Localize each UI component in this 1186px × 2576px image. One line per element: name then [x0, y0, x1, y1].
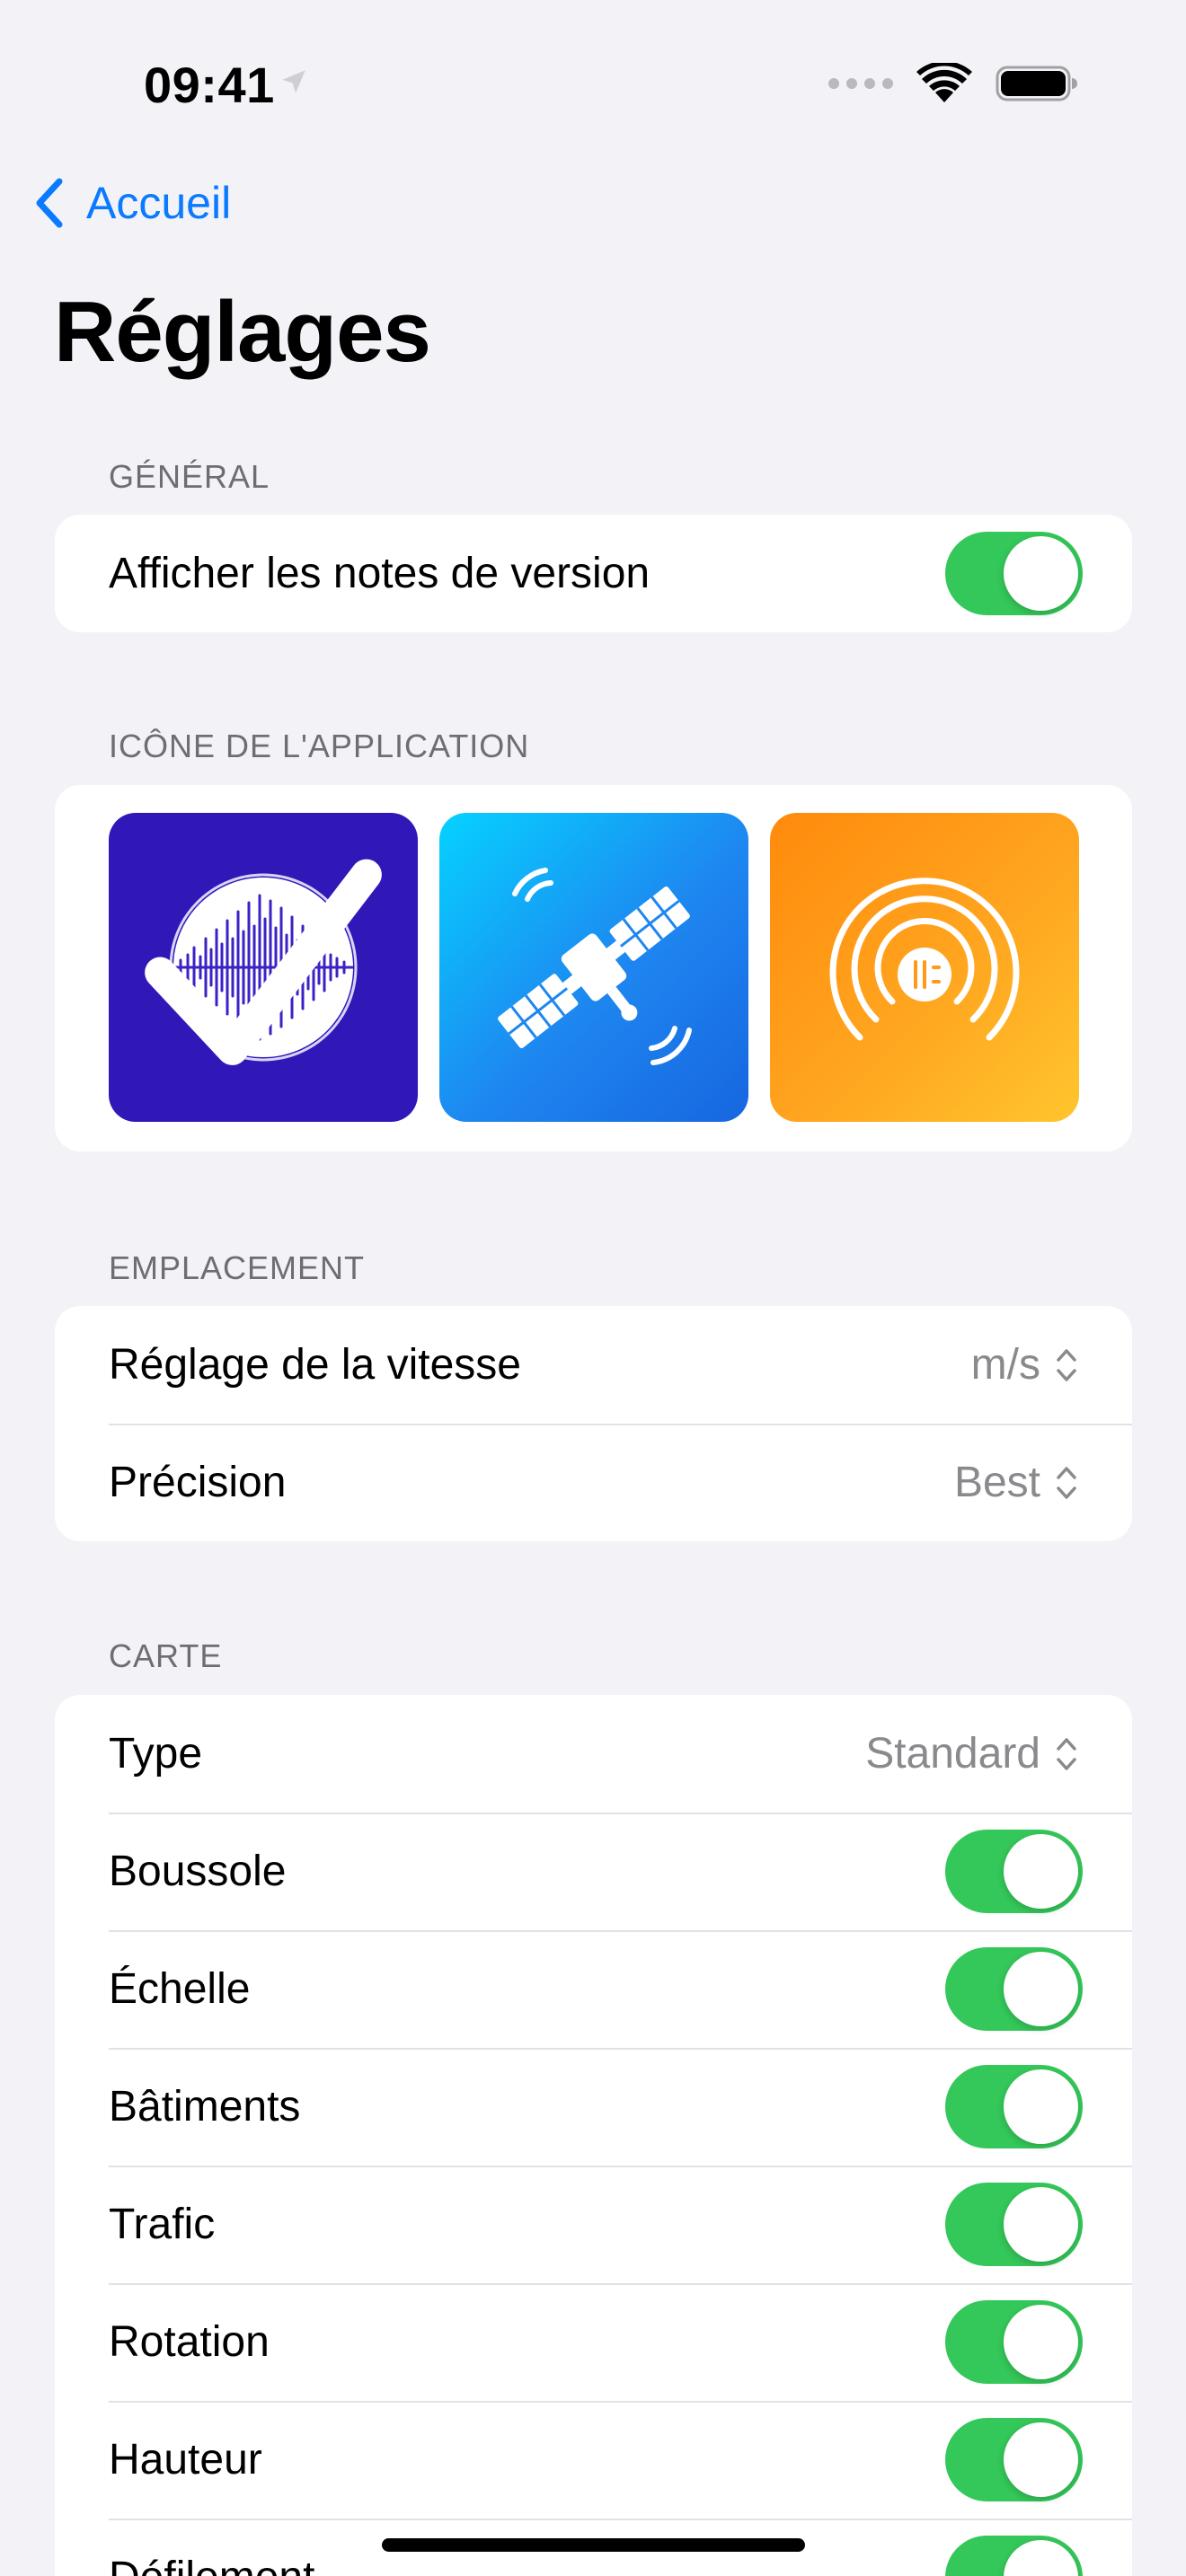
- wifi-icon: [916, 63, 972, 102]
- accuracy-label: Précision: [109, 1459, 287, 1506]
- home-indicator[interactable]: [382, 2538, 805, 2552]
- accuracy-picker[interactable]: Best: [954, 1458, 1078, 1507]
- accuracy-value: Best: [953, 1459, 1040, 1506]
- pitch-row: Hauteur: [55, 2401, 1132, 2519]
- scroll-toggle[interactable]: [945, 2536, 1083, 2576]
- satellite-icon: [498, 868, 692, 1065]
- speed-unit-row[interactable]: Réglage de la vitesse m/s: [55, 1306, 1132, 1424]
- chevron-up-down-icon: [1057, 1737, 1076, 1770]
- back-button[interactable]: Accueil: [32, 176, 231, 230]
- cellular-signal-icon: [828, 78, 893, 89]
- app-icon-option-satellite[interactable]: [439, 813, 748, 1122]
- compass-label: Boussole: [109, 1848, 287, 1895]
- page-title: Réglages: [54, 284, 431, 380]
- traffic-label: Trafic: [109, 2201, 216, 2248]
- app-icon-option-waveform[interactable]: [109, 813, 418, 1122]
- section-header-app-icon: ICÔNE DE L'APPLICATION: [109, 728, 530, 764]
- app-icon-card: [55, 785, 1132, 1151]
- rotation-label: Rotation: [109, 2318, 270, 2366]
- scale-row: Échelle: [55, 1930, 1132, 2048]
- scale-toggle[interactable]: [945, 1947, 1083, 2031]
- speed-unit-value: m/s: [970, 1341, 1040, 1389]
- map-type-row[interactable]: Type Standard: [55, 1695, 1132, 1813]
- section-header-map: CARTE: [109, 1637, 223, 1674]
- general-card: Afficher les notes de version: [55, 515, 1132, 632]
- buildings-toggle[interactable]: [945, 2065, 1083, 2148]
- speed-unit-label: Réglage de la vitesse: [109, 1341, 521, 1389]
- section-header-general: GÉNÉRAL: [109, 458, 270, 495]
- broadcast-chip-icon: [829, 878, 1020, 1041]
- traffic-toggle[interactable]: [945, 2183, 1083, 2266]
- speed-unit-picker[interactable]: m/s: [971, 1340, 1078, 1389]
- settings-screen: 09:41 Accueil Réglages GÉNÉRAL Afficher …: [0, 0, 1186, 2576]
- compass-toggle[interactable]: [945, 1830, 1083, 1913]
- release-notes-toggle[interactable]: [945, 532, 1083, 615]
- buildings-label: Bâtiments: [109, 2083, 301, 2130]
- scroll-label: Défilement: [109, 2553, 314, 2576]
- map-type-label: Type: [109, 1730, 203, 1778]
- checkmark-icon: [145, 859, 382, 1065]
- accuracy-row[interactable]: Précision Best: [55, 1424, 1132, 1541]
- map-type-picker[interactable]: Standard: [865, 1729, 1078, 1778]
- release-notes-row: Afficher les notes de version: [55, 515, 1132, 632]
- status-indicators: [828, 63, 1078, 104]
- status-time: 09:41: [144, 57, 275, 113]
- map-card: Type Standard Boussole Échelle Bâtiments…: [55, 1695, 1132, 2576]
- chevron-up-down-icon: [1057, 1466, 1076, 1499]
- app-icon-option-broadcast[interactable]: [770, 813, 1079, 1122]
- chevron-up-down-icon: [1057, 1348, 1076, 1381]
- rotation-toggle[interactable]: [945, 2300, 1083, 2384]
- back-label: Accueil: [86, 178, 232, 228]
- location-card: Réglage de la vitesse m/s Précision Best: [55, 1306, 1132, 1541]
- traffic-row: Trafic: [55, 2166, 1132, 2283]
- battery-icon: [996, 66, 1077, 101]
- map-type-value: Standard: [865, 1730, 1040, 1778]
- compass-row: Boussole: [55, 1813, 1132, 1930]
- rotation-row: Rotation: [55, 2283, 1132, 2401]
- location-arrow-icon: [282, 70, 305, 93]
- release-notes-label: Afficher les notes de version: [109, 550, 651, 597]
- scale-label: Échelle: [109, 1965, 251, 2013]
- chevron-left-icon: [36, 178, 63, 228]
- pitch-toggle[interactable]: [945, 2418, 1083, 2501]
- section-header-location: EMPLACEMENT: [109, 1249, 366, 1286]
- pitch-label: Hauteur: [109, 2436, 262, 2483]
- buildings-row: Bâtiments: [55, 2048, 1132, 2166]
